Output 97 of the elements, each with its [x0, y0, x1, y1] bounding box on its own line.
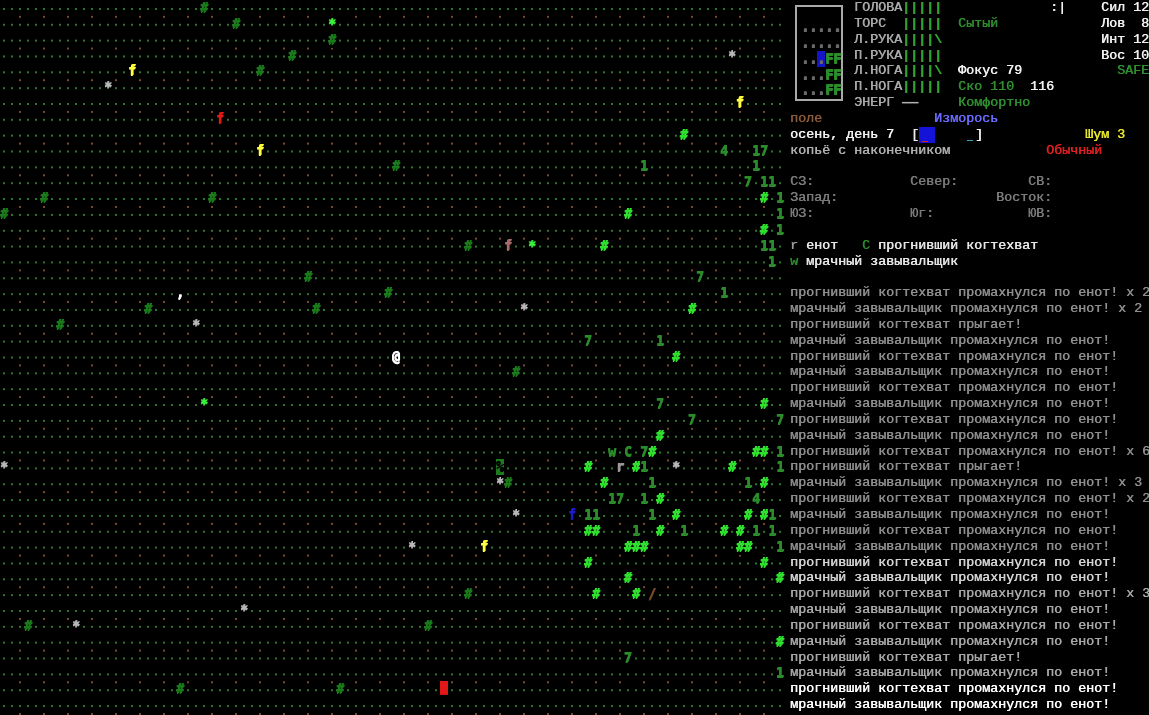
map-symbol: /	[648, 586, 656, 603]
log-message: мрачный завывальщик промахнулся по енот!	[790, 602, 1110, 618]
health-readout: ——	[902, 95, 918, 111]
monster-glyph: r	[790, 237, 798, 254]
stat-label: Инт	[1101, 31, 1125, 48]
comfort-status: Комфортно	[958, 95, 1030, 111]
stat-label: Вос	[1101, 47, 1125, 64]
stat-value: 8	[1141, 15, 1149, 32]
log-message: мрачный завывальщик промахнулся по енот!	[790, 633, 1110, 650]
log-message: мрачный завывальщик промахнулся по енот!	[790, 507, 1110, 523]
log-message: прогнивший когтехват промахнулся по енот! x 3	[790, 586, 1149, 603]
stat-label: Сил	[1101, 0, 1125, 16]
compass-label: Север:	[910, 174, 958, 190]
log-message: прогнивший когтехват прыгает!	[790, 649, 1022, 666]
log-message: прогнивший когтехват промахнулся по енот! x 6	[790, 443, 1149, 460]
compass-label: Восток:	[996, 190, 1052, 206]
mood-indicator: :|	[1050, 0, 1066, 16]
monster-glyph: w	[790, 253, 798, 270]
health-readout: ||||\	[902, 63, 942, 80]
meter-bracket: [	[911, 126, 919, 143]
compass-label: СЗ:	[790, 174, 814, 190]
log-message: прогнивший когтехват промахнулся по енот! x 2	[790, 285, 1149, 302]
log-message: прогнивший когтехват промахнулся по енот! x 2	[790, 491, 1149, 507]
log-message: прогнивший когтехват промахнулся по енот!	[790, 681, 1118, 698]
log-message: прогнивший когтехват промахнулся по енот!	[790, 380, 1118, 397]
log-message: прогнивший когтехват промахнулся по енот!	[790, 348, 1118, 365]
stat-value: 12	[1133, 31, 1149, 48]
move-cost: 116	[1030, 79, 1054, 96]
weather-status: Изморось	[934, 110, 998, 127]
body-part-label: П.НОГА	[854, 79, 902, 96]
monster-name: енот	[806, 237, 838, 254]
map-symbol: @	[391, 348, 400, 365]
stat-value: 10	[1133, 47, 1149, 64]
focus-stat: Фокус 79	[958, 63, 1022, 80]
noise-level: Шум 3	[1085, 126, 1125, 143]
map-symbol: #	[327, 31, 336, 48]
health-readout: ||||\	[902, 31, 942, 48]
compass-label: СВ:	[1028, 174, 1052, 190]
body-part-label: П.РУКА	[854, 47, 902, 64]
combat-style: Обычный	[1046, 142, 1102, 159]
log-message: мрачный завывальщик промахнулся по енот!	[790, 665, 1110, 682]
map-symbol: ##	[736, 538, 753, 555]
highlighted-cell: _	[440, 681, 448, 698]
minimap-row: ...FF	[801, 82, 841, 99]
minimap-row: .....	[801, 34, 841, 51]
light-meter	[919, 126, 975, 143]
log-message: мрачный завывальщик промахнулся по енот! x 3	[790, 475, 1142, 492]
log-message: мрачный завывальщик промахнулся по енот!	[790, 364, 1110, 381]
health-readout: |||||	[902, 15, 942, 32]
map-symbol: #	[759, 221, 768, 238]
minimap-row: ...FF	[801, 66, 841, 83]
log-message: прогнивший когтехват прыгает!	[790, 459, 1022, 476]
body-part-label: ТОРС	[854, 15, 887, 32]
weapon-name: копьё с наконечником	[790, 142, 951, 159]
monster-glyph: C	[862, 237, 870, 254]
health-readout: |||||	[902, 79, 942, 96]
map-symbol: ###	[623, 538, 649, 555]
log-message: прогнивший когтехват промахнулся по енот!	[790, 617, 1118, 634]
body-part-label: Л.НОГА	[854, 63, 902, 80]
body-part-label: ЭНЕРГ	[854, 95, 895, 111]
compass-label: Запад:	[790, 190, 838, 206]
log-message: прогнивший когтехват промахнулся по енот!	[790, 522, 1118, 539]
log-message: мрачный завывальщик промахнулся по енот!	[790, 538, 1110, 555]
health-readout: |||||	[902, 0, 942, 16]
highlighted-cell: %	[495, 459, 504, 476]
log-message: мрачный завывальщик промахнулся по енот!	[790, 396, 1110, 412]
stat-value: 12	[1133, 0, 1149, 16]
safe-mode-indicator: SAFE	[1117, 63, 1149, 80]
compass-label: Юг:	[910, 205, 934, 221]
log-message: прогнивший когтехват промахнулся по енот!	[790, 411, 1118, 428]
stat-label: Лов	[1101, 15, 1125, 32]
log-message: мрачный завывальщик промахнулся по енот!	[790, 697, 1110, 713]
map-symbol: f	[735, 95, 744, 111]
minimap-row: ...FF	[801, 50, 841, 67]
body-part-label: ГОЛОВА	[854, 0, 902, 16]
date-text: осень, день 7	[790, 126, 895, 143]
hunger-status: Сытый	[958, 15, 998, 32]
monster-name: прогнивший когтехват	[878, 237, 1038, 254]
log-message: мрачный завывальщик промахнулся по енот!	[790, 332, 1110, 349]
compass-label: ЮВ:	[1028, 205, 1052, 221]
speed-stat: Ско 110	[958, 79, 1014, 96]
log-message: прогнивший когтехват промахнулся по енот!	[790, 554, 1118, 571]
log-message: прогнивший когтехват прыгает!	[790, 316, 1022, 333]
log-message: мрачный завывальщик промахнулся по енот! x 2	[790, 301, 1142, 317]
compass-label: ЮЗ:	[790, 205, 814, 221]
log-message: мрачный завывальщик промахнулся по енот!	[790, 570, 1110, 587]
meter-bracket: ]	[975, 126, 983, 143]
map-symbol: 7	[687, 411, 696, 428]
map-symbol: 11	[583, 507, 600, 523]
minimap-row: .....	[801, 19, 841, 35]
terrain-name: поле	[790, 110, 823, 127]
monster-name: мрачный завывальщик	[806, 253, 958, 270]
map-symbol: f	[567, 507, 576, 523]
body-part-label: Л.РУКА	[854, 31, 902, 48]
log-message: мрачный завывальщик промахнулся по енот!	[790, 427, 1110, 444]
map-symbol: #	[760, 507, 769, 523]
health-readout: |||||	[902, 47, 942, 64]
